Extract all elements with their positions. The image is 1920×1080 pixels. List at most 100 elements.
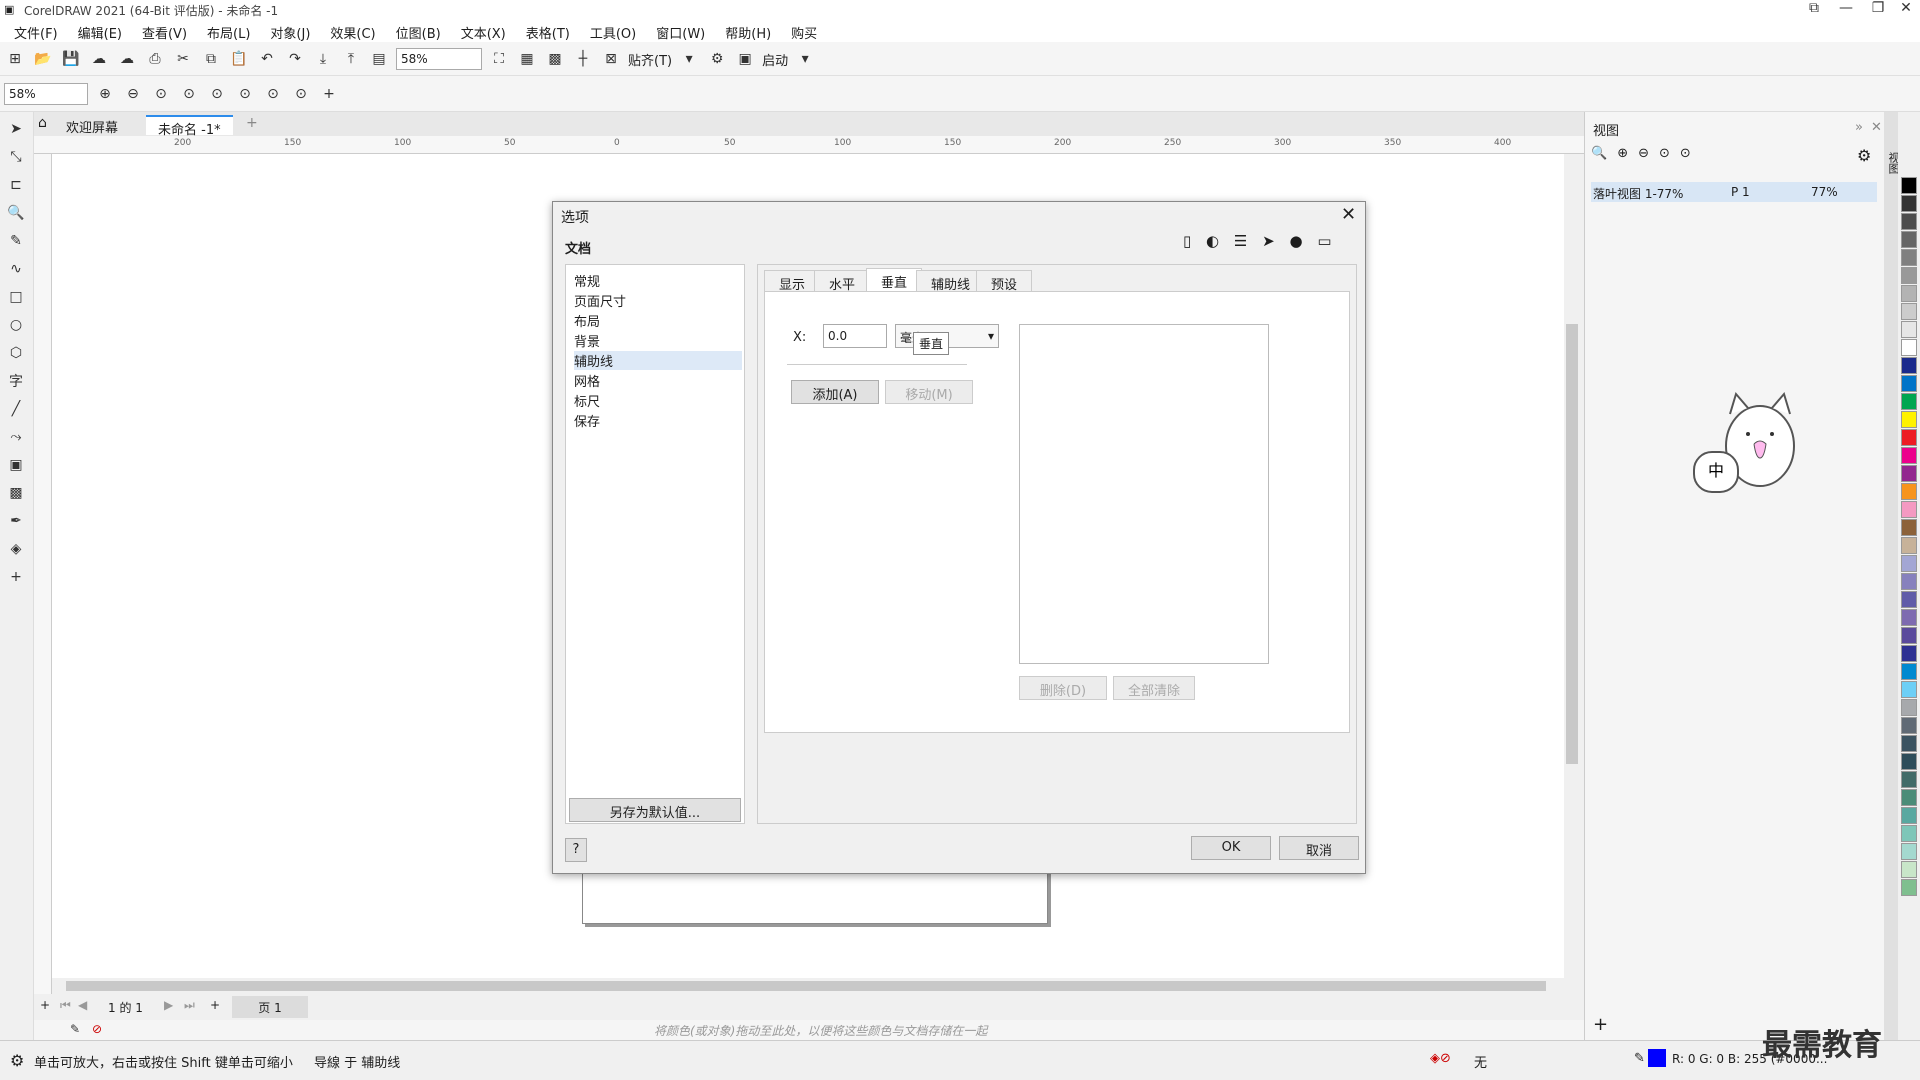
tab-2[interactable]: 垂直 [866,268,923,292]
eyedropper-icon[interactable]: ✒ [5,510,27,532]
cloud-upload-icon[interactable]: ☁ [116,48,138,70]
transparency-icon[interactable]: ▩ [5,482,27,504]
chevron-down-icon[interactable]: ▾ [794,48,816,70]
zoom-out-icon[interactable]: ⊖ [1638,146,1649,161]
prev-page-icon[interactable]: ◀ [78,998,87,1012]
collapse-docker-icon[interactable]: » [1855,120,1863,135]
zoom-level-combo[interactable]: 58% [4,83,88,105]
interactive-fill-icon[interactable]: ◈ [5,538,27,560]
next-page-icon[interactable]: ▶ [164,998,173,1012]
color-swatch[interactable] [1901,483,1917,500]
color-icon[interactable]: ◐ [1206,232,1219,250]
color-swatch[interactable] [1901,681,1917,698]
horizontal-scrollbar[interactable] [52,978,1564,994]
cut-icon[interactable]: ✂ [172,48,194,70]
monitor-icon[interactable]: ▭ [1317,232,1331,250]
vertical-scroll-thumb[interactable] [1566,324,1578,764]
add-page-icon[interactable]: + [40,998,50,1012]
freehand-tool-icon[interactable]: ✎ [5,230,27,252]
color-swatch[interactable] [1901,267,1917,284]
save-icon[interactable]: 💾 [60,48,82,70]
last-page-icon[interactable]: ⏭ [184,998,195,1013]
maximize-button[interactable]: ❐ [1864,0,1892,20]
settings-icon[interactable]: ☰ [1234,232,1247,250]
search-icon[interactable]: 🔍 [1591,146,1607,161]
horizontal-ruler[interactable]: 200 150 100 50 0 50 100 150 200 250 300 350 400 [34,136,1584,154]
new-document-icon[interactable]: ⊞ [4,48,26,70]
gear-icon[interactable]: ⚙ [10,1051,24,1070]
zoom-in-icon[interactable]: ⊕ [94,83,116,105]
color-swatch[interactable] [1901,645,1917,662]
color-swatch[interactable] [1901,789,1917,806]
color-swatch[interactable] [1901,609,1917,626]
save-default-button[interactable]: 另存为默认值... [569,798,741,822]
launch-icon[interactable]: ▣ [734,48,756,70]
color-swatch[interactable] [1901,771,1917,788]
close-docker-icon[interactable]: ✕ [1871,120,1882,135]
pen-icon[interactable]: ✎ [70,1022,80,1036]
tab-4[interactable]: 预设 [976,270,1033,293]
color-swatch[interactable] [1901,627,1917,644]
paste-icon[interactable]: 📋 [228,48,250,70]
no-color-swatch[interactable]: ⊘ [92,1022,102,1036]
color-swatch[interactable] [1901,825,1917,842]
add-page-after-icon[interactable]: + [210,998,220,1012]
color-swatch[interactable] [1901,735,1917,752]
zoom-fit-icon[interactable]: ⊙ [290,83,312,105]
pen-icon[interactable]: ✎ [1634,1051,1645,1066]
color-swatch[interactable] [1901,807,1917,824]
color-swatch[interactable] [1901,591,1917,608]
color-swatch[interactable] [1901,177,1917,194]
pdf-icon[interactable]: ▤ [368,48,390,70]
page-tab[interactable]: 页 1 [232,996,308,1018]
tree-item[interactable]: 背景 [574,331,742,350]
outline-color-swatch[interactable] [1648,1049,1666,1067]
shape-tool-icon[interactable]: ⤡ [5,146,27,168]
zoom-all-icon[interactable]: ⊙ [178,83,200,105]
copy-icon[interactable]: ⧉ [200,48,222,70]
artistic-media-icon[interactable]: ∿ [5,258,27,280]
rectangle-tool-icon[interactable]: □ [5,286,27,308]
document-icon[interactable]: ▯ [1183,232,1191,250]
tree-item[interactable]: 布局 [574,311,742,330]
tree-item[interactable]: 保存 [574,411,742,430]
color-swatch[interactable] [1901,303,1917,320]
zoom-page-icon[interactable]: ⊙ [206,83,228,105]
connector-tool-icon[interactable]: ⤳ [5,426,27,448]
zoom-width-icon[interactable]: ⊙ [234,83,256,105]
show-rulers-icon[interactable]: ▦ [516,48,538,70]
pick-tool-icon[interactable]: ➤ [5,118,27,140]
color-swatch[interactable] [1901,195,1917,212]
restore-icon[interactable]: ⧉ [1800,0,1828,20]
zoom-selected-icon[interactable]: ⊙ [150,83,172,105]
tab-1[interactable]: 水平 [814,270,871,293]
view-list-row[interactable]: 落叶视图 1-77% P 1 77% [1591,182,1877,202]
ellipse-tool-icon[interactable]: ○ [5,314,27,336]
tab-document[interactable]: 未命名 -1* [146,115,233,138]
color-swatch[interactable] [1901,501,1917,518]
color-swatch[interactable] [1901,663,1917,680]
close-icon[interactable]: ✕ [1341,204,1356,225]
color-swatch[interactable] [1901,843,1917,860]
zoom-tool-icon[interactable]: 🔍 [5,202,27,224]
import-icon[interactable]: ⤓ [312,48,334,70]
zoom-out-icon[interactable]: ⊖ [122,83,144,105]
tree-item[interactable]: 常规 [574,271,742,290]
full-screen-icon[interactable]: ⛶ [488,48,510,70]
zoom-all-icon[interactable]: ⊙ [1680,146,1691,161]
color-swatch[interactable] [1901,699,1917,716]
first-page-icon[interactable]: ⏮ [60,998,71,1013]
add-tool-icon[interactable]: + [5,566,27,588]
tree-item[interactable]: 页面尺寸 [574,291,742,310]
color-swatch[interactable] [1901,465,1917,482]
pin-icon[interactable]: ● [1290,232,1303,250]
cancel-button[interactable]: 取消 [1279,836,1359,860]
tools-icon[interactable]: ➤ [1262,232,1275,250]
show-guides-icon[interactable]: ┼ [572,48,594,70]
tree-item[interactable]: 辅助线 [574,351,742,370]
home-icon[interactable]: ⌂ [38,115,47,131]
zoom-height-icon[interactable]: ⊙ [262,83,284,105]
fill-icon[interactable]: ◈⊘ [1430,1051,1451,1066]
tree-item[interactable]: 网格 [574,371,742,390]
cloud-download-icon[interactable]: ☁ [88,48,110,70]
